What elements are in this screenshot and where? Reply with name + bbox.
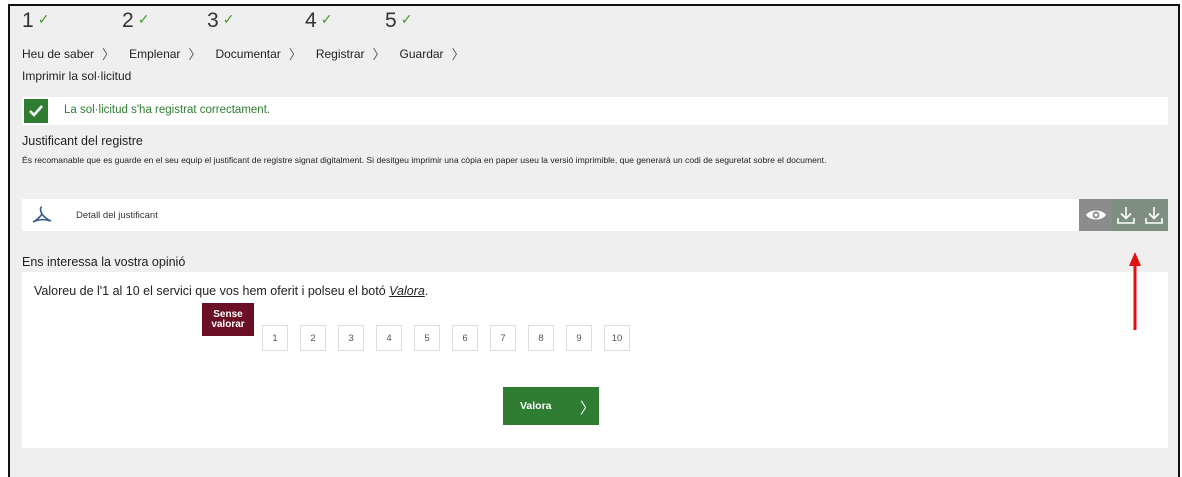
- score-6[interactable]: 6: [452, 325, 478, 351]
- step-1-number: 1: [22, 9, 34, 32]
- check-icon: ✓: [222, 11, 235, 27]
- score-1[interactable]: 1: [262, 325, 288, 351]
- no-rating-button[interactable]: Sense valorar: [202, 303, 254, 336]
- chevron-right-icon: 〉: [451, 47, 465, 62]
- justificant-detail-row: Detall del justificant: [22, 199, 1168, 231]
- chevron-right-icon: 〉: [288, 47, 302, 62]
- score-2[interactable]: 2: [300, 325, 326, 351]
- rating-instruction-end: .: [424, 284, 429, 298]
- download-icon: [1145, 207, 1163, 224]
- score-4[interactable]: 4: [376, 325, 402, 351]
- annotation-arrow-icon: [1129, 252, 1141, 330]
- download-icon: [1117, 207, 1135, 224]
- pdf-icon: [31, 205, 53, 230]
- step-3: 3 ✓: [207, 9, 235, 32]
- step-5: 5 ✓: [385, 9, 413, 32]
- detail-actions: [1079, 199, 1168, 231]
- step-3-number: 3: [207, 9, 219, 32]
- step-5-number: 5: [385, 9, 397, 32]
- detail-label: Detall del justificant: [76, 210, 158, 221]
- breadcrumb: Heu de saber 〉 Emplenar 〉 Documentar 〉 Regi…: [22, 44, 479, 63]
- view-button[interactable]: [1079, 199, 1112, 231]
- breadcrumb-item-heu-de-saber[interactable]: Heu de saber: [22, 47, 94, 61]
- step-2-number: 2: [122, 9, 134, 32]
- check-icon: ✓: [320, 11, 333, 27]
- rating-instruction: Valoreu de l'1 al 10 el servici que vos …: [34, 284, 428, 298]
- success-message: La sol·licitud s'ha registrat correctame…: [64, 104, 271, 116]
- valora-link[interactable]: Valora: [389, 284, 425, 298]
- check-icon: ✓: [137, 11, 150, 27]
- chevron-right-icon: 〉: [102, 47, 116, 62]
- breadcrumb-item-emplenar[interactable]: Emplenar: [129, 47, 180, 61]
- breadcrumb-item-documentar[interactable]: Documentar: [215, 47, 280, 61]
- chevron-right-icon: 〉: [372, 47, 386, 62]
- score-8[interactable]: 8: [528, 325, 554, 351]
- valora-button[interactable]: Valora 〉: [503, 387, 599, 425]
- rating-instruction-text: Valoreu de l'1 al 10 el servici que vos …: [34, 284, 390, 298]
- step-1: 1 ✓: [22, 9, 50, 32]
- score-9[interactable]: 9: [566, 325, 592, 351]
- check-icon: ✓: [37, 11, 50, 27]
- justificant-description: És recomanable que es guarde en el seu e…: [22, 155, 827, 165]
- check-icon: ✓: [400, 11, 413, 27]
- chevron-right-icon: 〉: [188, 47, 202, 62]
- justificant-title: Justificant del registre: [22, 134, 143, 148]
- score-5[interactable]: 5: [414, 325, 440, 351]
- page-subtitle: Imprimir la sol·licitud: [22, 69, 132, 83]
- breadcrumb-item-registrar[interactable]: Registrar: [316, 47, 365, 61]
- breadcrumb-item-guardar[interactable]: Guardar: [400, 47, 444, 61]
- rating-panel: Valoreu de l'1 al 10 el servici que vos …: [22, 272, 1168, 448]
- success-check-icon: [24, 99, 48, 123]
- step-2: 2 ✓: [122, 9, 150, 32]
- chevron-right-icon: 〉: [580, 400, 596, 417]
- score-7[interactable]: 7: [490, 325, 516, 351]
- valora-button-label: Valora: [520, 400, 552, 412]
- score-3[interactable]: 3: [338, 325, 364, 351]
- download-printable-button[interactable]: [1140, 199, 1168, 231]
- score-10[interactable]: 10: [604, 325, 630, 351]
- step-4: 4 ✓: [305, 9, 333, 32]
- page-frame: 1 ✓ 2 ✓ 3 ✓ 4 ✓ 5 ✓ Heu de saber 〉 Emplenar 〉 D…: [8, 4, 1180, 477]
- step-4-number: 4: [305, 9, 317, 32]
- opinion-title: Ens interessa la vostra opinió: [22, 255, 186, 269]
- score-options: 1 2 3 4 5 6 7 8 9 10: [262, 325, 642, 351]
- eye-icon: [1085, 210, 1106, 220]
- download-button[interactable]: [1112, 199, 1140, 231]
- success-banner: La sol·licitud s'ha registrat correctame…: [22, 97, 1168, 125]
